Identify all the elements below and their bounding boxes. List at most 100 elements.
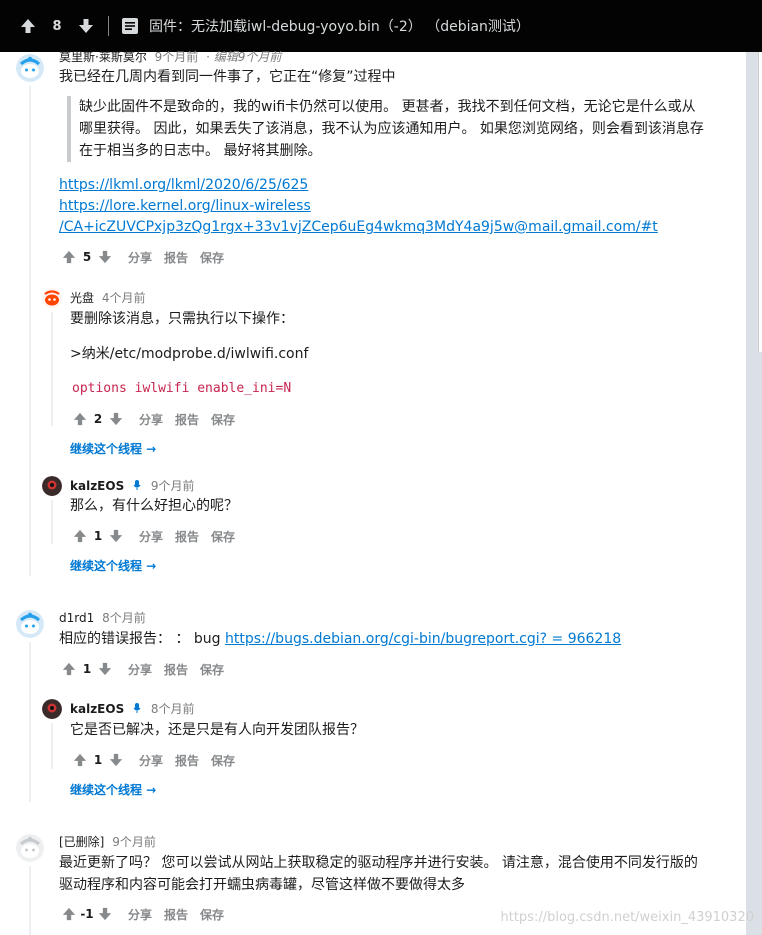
report-button[interactable]: 报告 [164,906,188,923]
user-avatar-icon [42,476,62,496]
comment-time[interactable]: 8个月前 [151,702,195,716]
comment-author[interactable]: d1rd1 [59,611,94,625]
page-gutter [746,52,762,935]
arrow-down-icon [79,19,93,33]
comment-meta: kalzEOS 9个月前 [70,477,195,494]
report-button[interactable]: 报告 [164,661,188,678]
avatar[interactable] [42,288,62,308]
post-top-bar: 8 固件：无法加载iwl-debug-yoyo.bin（-2） （debian测… [0,0,762,52]
microphone-icon [131,702,143,717]
upvote-button[interactable] [71,751,89,769]
arrow-down-icon [98,907,112,921]
microphone-icon [131,479,143,494]
downvote-button[interactable] [96,248,114,266]
comment-time[interactable]: 9个月前 [155,50,199,64]
thread-line[interactable] [51,312,53,426]
comment-meta: d1rd1 8个月前 [59,609,146,626]
code-snippet: options iwlwifi enable_ini=N [72,381,292,396]
upvote-button[interactable] [71,410,89,428]
comment-text: >纳米/etc/modprobe.d/iwlwifi.conf [70,346,309,362]
arrow-up-icon [73,529,87,543]
comment-text: 要删除该消息，只需执行以下操作： [70,311,294,327]
share-button[interactable]: 分享 [128,661,152,678]
avatar[interactable] [42,699,62,719]
share-button[interactable]: 分享 [128,906,152,923]
thread-line[interactable] [29,86,31,576]
save-button[interactable]: 保存 [211,411,235,428]
arrow-down-icon [109,753,123,767]
comment-actions: 2 分享 报告 保存 [71,410,235,428]
thread-line[interactable] [51,500,53,544]
downvote-button[interactable] [107,527,125,545]
upvote-post-button[interactable] [8,0,48,52]
continue-thread-link[interactable]: 继续这个线程 → [70,557,156,574]
report-button[interactable]: 报告 [175,528,199,545]
thread-line[interactable] [51,723,53,769]
bug-report-link[interactable]: https://bugs.debian.org/cgi-bin/bugrepor… [225,631,621,647]
quote-line: 哪里获得。 因此，如果丢失了该消息，我不认为应该通知用户。 如果您浏览网络，则会… [79,121,704,137]
save-button[interactable]: 保存 [200,661,224,678]
vote-count: 5 [82,250,92,264]
avatar[interactable] [16,834,44,862]
downvote-button[interactable] [96,660,114,678]
report-button[interactable]: 报告 [175,752,199,769]
link-lore-kernel[interactable]: https://lore.kernel.org/linux-wireless [59,195,311,217]
comment-actions: -1 分享 报告 保存 [60,905,224,923]
arrow-up-icon [62,250,76,264]
comment-text: 相应的错误报告： ： bug https://bugs.debian.org/c… [59,628,621,650]
comment-time[interactable]: 9个月前 [151,479,195,493]
snoo-avatar-icon [42,288,62,308]
share-button[interactable]: 分享 [139,411,163,428]
thread-line[interactable] [29,642,31,802]
snoo-avatar-icon [16,54,44,82]
share-button[interactable]: 分享 [139,752,163,769]
avatar[interactable] [16,610,44,638]
blockquote: 缺少此固件不是致命的，我的wifi卡仍然可以使用。 更甚者，我找不到任何文档，无… [67,96,704,162]
arrow-down-icon [98,662,112,676]
comment-author[interactable]: kalzEOS [70,479,124,493]
continue-thread-link[interactable]: 继续这个线程 → [70,781,156,798]
upvote-button[interactable] [60,905,78,923]
save-button[interactable]: 保存 [200,906,224,923]
comment-text: 它是否已解决，还是只是有人向开发团队报告？ [70,722,364,738]
link-mail-thread[interactable]: /CA+icZUVCPxjp3zQg1rgx+33v1vjZCep6uEg4wk… [59,216,658,238]
arrow-up-icon [62,907,76,921]
arrow-up-icon [73,753,87,767]
comment-time[interactable]: 4个月前 [102,291,146,305]
upvote-button[interactable] [60,248,78,266]
comments-card: 莫里斯·莱斯莫尔 9个月前 · 编辑9个月前 我已经在几周内看到同一件事了，它正… [0,50,746,935]
avatar[interactable] [16,54,44,82]
continue-thread-link[interactable]: 继续这个线程 → [70,440,156,457]
comment-time[interactable]: 8个月前 [102,611,146,625]
watermark: https://blog.csdn.net/weixin_43910320 [500,910,754,925]
comment-time[interactable]: 9个月前 [112,835,156,849]
comment-author[interactable]: 光盘 [70,291,94,305]
downvote-post-button[interactable] [66,0,106,52]
comment-author[interactable]: kalzEOS [70,702,124,716]
vote-count: 1 [82,662,92,676]
upvote-button[interactable] [71,527,89,545]
link-lkml[interactable]: https://lkml.org/lkml/2020/6/25/625 [59,174,308,196]
comment-author[interactable]: 莫里斯·莱斯莫尔 [59,50,147,64]
save-button[interactable]: 保存 [211,752,235,769]
snoo-avatar-icon [16,610,44,638]
report-button[interactable]: 报告 [175,411,199,428]
post-title[interactable]: 固件：无法加载iwl-debug-yoyo.bin（-2） （debian测试） [149,16,530,36]
avatar[interactable] [42,476,62,496]
report-button[interactable]: 报告 [164,249,188,266]
downvote-button[interactable] [107,751,125,769]
deleted-user-avatar-icon [16,834,44,862]
dot-separator: · [206,50,210,64]
share-button[interactable]: 分享 [139,528,163,545]
comment-author: [已删除] [59,835,105,849]
save-button[interactable]: 保存 [211,528,235,545]
upvote-button[interactable] [60,660,78,678]
thread-line[interactable] [29,866,31,935]
arrow-up-icon [73,412,87,426]
downvote-button[interactable] [107,410,125,428]
comment-meta: [已删除] 9个月前 [59,833,156,850]
quote-line: 在于相当多的日志中。 最好将其删除。 [79,143,322,159]
downvote-button[interactable] [96,905,114,923]
save-button[interactable]: 保存 [200,249,224,266]
share-button[interactable]: 分享 [128,249,152,266]
